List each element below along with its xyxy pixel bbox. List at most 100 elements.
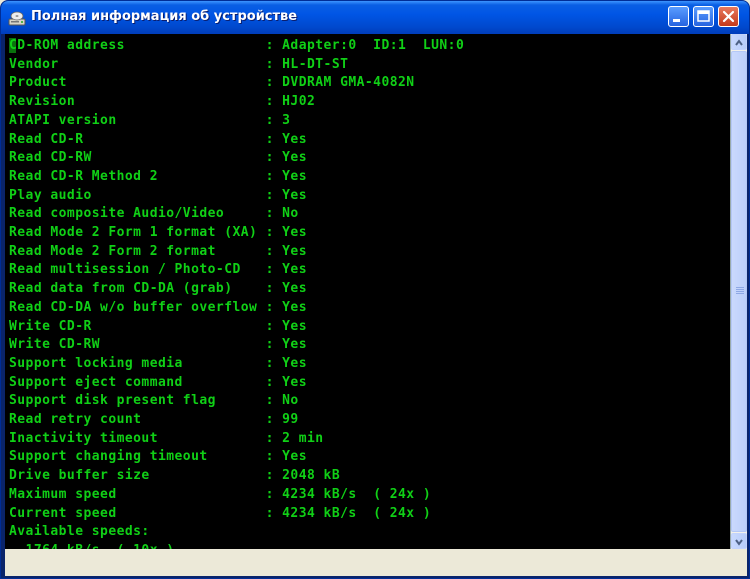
column-padding: : [157,168,283,184]
column-padding: : [100,337,283,353]
property-value: Yes [282,449,307,465]
window-bottom-frame [5,550,747,576]
column-padding: : [257,299,283,315]
minimize-button[interactable] [668,6,689,27]
column-padding: : [58,56,283,72]
console-line: Play audio : Yes [9,186,307,205]
column-padding: : [157,430,283,446]
console-line: Read multisession / Photo-CD : Yes [9,260,307,279]
property-label: Read CD-R [9,131,84,147]
property-label: Maximum speed [9,486,117,502]
device-info-window: Полная информация об устройстве CD-ROM a… [0,0,750,579]
column-padding: : [75,94,283,110]
property-value: HL-DT-ST [282,56,349,72]
property-label: Read CD-RW [9,150,92,166]
property-value: 2048 kB [282,468,341,484]
console-line: Revision : HJ02 [9,92,315,111]
column-padding: : [215,393,283,409]
column-padding: : [116,112,283,128]
console-output[interactable]: CD-ROM address : Adapter:0 ID:1 LUN:0 Ven… [5,34,731,549]
console-line: Support changing timeout : Yes [9,447,307,466]
property-value: No [282,206,299,222]
property-value: Yes [282,299,307,315]
console-line: 1764 kB/s ( 10x ) [9,541,175,549]
window-client-area: CD-ROM address : Adapter:0 ID:1 LUN:0 Ven… [5,34,747,576]
property-label: Support changing timeout [9,449,208,465]
property-label: ATAPI version [9,112,117,128]
thumb-grip-line [736,287,744,288]
column-padding: : [232,281,283,297]
cd-drive-icon [8,11,26,26]
property-value: Yes [282,187,307,203]
vertical-scrollbar[interactable] [731,34,747,549]
close-button[interactable] [718,6,739,27]
column-padding: : [215,243,283,259]
column-padding: : [182,374,283,390]
property-label: CD-ROM address [9,38,125,53]
column-padding: : [141,412,283,427]
console-line: Read composite Audio/Video : No [9,204,299,223]
property-label: Inactivity timeout [9,430,158,446]
column-padding: : [207,449,283,465]
console-line: Read CD-R : Yes [9,130,307,149]
column-padding: : [83,131,283,147]
column-padding: : [124,38,283,53]
console-line: Read CD-DA w/o buffer overflow : Yes [9,298,307,317]
minimize-icon [673,19,680,22]
property-value: 2 min [282,430,324,446]
console-line: Available speeds: [9,522,150,541]
console-line: Vendor : HL-DT-ST [9,55,348,74]
property-label: Support eject command [9,374,183,390]
property-value: Yes [282,374,307,390]
property-value: Yes [282,318,307,334]
property-value: 3 [282,112,291,128]
console-line: Write CD-R : Yes [9,317,307,336]
scrollbar-thumb[interactable] [731,51,747,532]
console-line: Drive buffer size : 2048 kB [9,466,340,485]
console-line: Maximum speed : 4234 kB/s ( 24x ) [9,485,431,504]
console-line: Read Mode 2 Form 2 format : Yes [9,242,307,261]
property-label: Support locking media [9,355,183,371]
console-line: Support locking media : Yes [9,354,307,373]
property-value: Adapter:0 ID:1 LUN:0 [282,38,465,53]
scroll-down-button[interactable] [731,533,747,549]
property-value: Yes [282,225,307,240]
console-line: ATAPI version : 3 [9,111,290,130]
console-line: Write CD-RW : Yes [9,335,307,354]
console-line: Support eject command : Yes [9,373,307,392]
console-line: Product : DVDRAM GMA-4082N [9,73,415,92]
column-padding: : [116,505,283,521]
property-label: Revision [9,94,76,110]
window-title: Полная информация об устройстве [31,9,298,24]
console-line: Read CD-R Method 2 : Yes [9,167,307,186]
close-icon [722,10,735,23]
property-value: Yes [282,337,307,353]
property-label: 1764 kB/s ( 10x ) [9,543,175,549]
property-value: Yes [282,355,307,371]
column-padding: : [91,150,283,166]
title-bar[interactable]: Полная информация об устройстве [1,1,749,34]
thumb-grip-line [736,293,744,294]
property-label: Read multisession / Photo-CD [9,262,241,278]
column-padding: : [149,468,283,484]
property-label: Read composite Audio/Video [9,206,225,222]
property-value: No [282,393,299,409]
console-line: Read retry count : 99 [9,410,299,429]
scroll-up-button[interactable] [731,34,747,50]
console-line: Read data from CD-DA (grab) : Yes [9,279,307,298]
property-value: Yes [282,131,307,147]
property-label: Available speeds: [9,524,150,540]
property-value: DVDRAM GMA-4082N [282,75,415,91]
property-label: Read retry count [9,412,142,427]
property-value: Yes [282,150,307,166]
property-label: Read data from CD-DA (grab) [9,281,233,297]
maximize-button[interactable] [693,6,714,27]
thumb-grip-line [736,291,744,292]
property-value: Yes [282,168,307,184]
console-line: Read Mode 2 Form 1 format (XA) : Yes [9,223,307,242]
property-label: Drive buffer size [9,468,150,484]
property-label: Support disk present flag [9,393,216,409]
property-label: Read CD-DA w/o buffer overflow [9,299,258,315]
property-value: Yes [282,281,307,297]
console-line: Current speed : 4234 kB/s ( 24x ) [9,504,431,523]
